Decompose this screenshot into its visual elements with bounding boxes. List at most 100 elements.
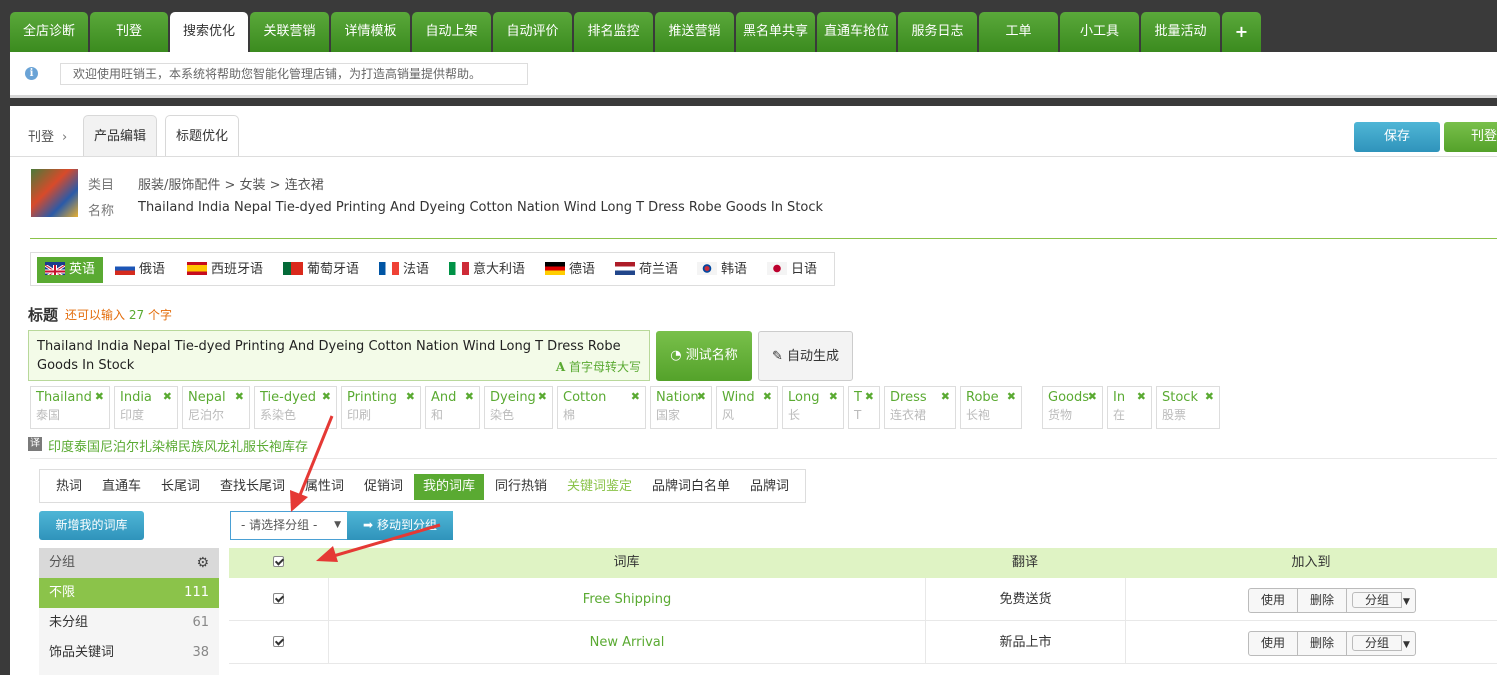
auto-generate-button[interactable]: ✎ 自动生成 <box>758 331 853 381</box>
group-dropdown-button[interactable]: 分组 ▼ <box>1346 588 1416 613</box>
kw-tab-attribute[interactable]: 属性词 <box>305 474 344 500</box>
lang-dutch[interactable]: 荷兰语 <box>611 257 678 283</box>
remove-word-icon[interactable]: ✖ <box>406 390 415 403</box>
delete-button[interactable]: 删除 <box>1297 631 1348 656</box>
word-chip[interactable]: Goods 货物 ✖ <box>1042 386 1103 429</box>
word-chip[interactable]: India 印度 ✖ <box>114 386 178 429</box>
nav-tab-ticket[interactable]: 工单 <box>979 12 1058 52</box>
remove-word-icon[interactable]: ✖ <box>465 390 474 403</box>
word-chip[interactable]: Thailand 泰国 ✖ <box>30 386 110 429</box>
gear-icon[interactable]: ⚙ <box>196 548 209 578</box>
test-name-button[interactable]: ◔ 测试名称 <box>656 331 752 381</box>
lang-french[interactable]: 法语 <box>375 257 429 283</box>
word-chip[interactable]: T T ✖ <box>848 386 880 429</box>
nav-tab-service-log[interactable]: 服务日志 <box>898 12 977 52</box>
remove-word-icon[interactable]: ✖ <box>95 390 104 403</box>
nav-tab-diagnosis[interactable]: 全店诊断 <box>10 12 88 52</box>
nav-tab-related-marketing[interactable]: 关联营销 <box>250 12 329 52</box>
remove-word-icon[interactable]: ✖ <box>631 390 640 403</box>
remove-word-icon[interactable]: ✖ <box>697 390 706 403</box>
lang-portuguese[interactable]: 葡萄牙语 <box>279 257 359 283</box>
lang-spanish[interactable]: 西班牙语 <box>183 257 263 283</box>
lang-german[interactable]: 德语 <box>541 257 595 283</box>
publish-button[interactable]: 刊登 <box>1444 122 1497 152</box>
group-item-jewelry[interactable]: 饰品关键词 38 <box>39 638 219 668</box>
kw-tab-brand[interactable]: 品牌词 <box>750 474 789 500</box>
kw-tab-brand-whitelist[interactable]: 品牌词白名单 <box>652 474 730 500</box>
group-item-all[interactable]: 不限 111 <box>39 578 219 608</box>
nav-tab-rank-monitor[interactable]: 排名监控 <box>574 12 653 52</box>
lang-italian[interactable]: 意大利语 <box>445 257 525 283</box>
lang-english[interactable]: 英语 <box>37 257 104 283</box>
kw-tab-my-library[interactable]: 我的词库 <box>414 474 485 500</box>
capitalize-button[interactable]: A 首字母转大写 <box>556 358 641 377</box>
select-all-checkbox[interactable] <box>273 556 284 567</box>
lang-japanese[interactable]: 日语 <box>763 257 817 283</box>
remove-word-icon[interactable]: ✖ <box>1205 390 1214 403</box>
word-chip[interactable]: Printing 印刷 ✖ <box>341 386 421 429</box>
tab-product-edit[interactable]: 产品编辑 <box>83 115 158 157</box>
use-button[interactable]: 使用 <box>1248 631 1299 656</box>
remove-word-icon[interactable]: ✖ <box>1007 390 1016 403</box>
row-checkbox[interactable] <box>273 593 284 604</box>
word-chip[interactable]: In 在 ✖ <box>1107 386 1152 429</box>
remove-word-icon[interactable]: ✖ <box>829 390 838 403</box>
word-chip[interactable]: Stock 股票 ✖ <box>1156 386 1220 429</box>
remove-word-icon[interactable]: ✖ <box>1088 390 1097 403</box>
tab-title-optimization[interactable]: 标题优化 <box>165 115 240 157</box>
word-chip[interactable]: Robe 长袍 ✖ <box>960 386 1022 429</box>
group-dropdown-button[interactable]: 分组 ▼ <box>1346 631 1416 656</box>
nav-tab-detail-template[interactable]: 详情模板 <box>331 12 410 52</box>
remove-word-icon[interactable]: ✖ <box>163 390 172 403</box>
word-chip[interactable]: Nepal 尼泊尔 ✖ <box>182 386 250 429</box>
kw-tab-hot[interactable]: 热词 <box>56 474 82 500</box>
top-nav: 全店诊断 刊登 搜索优化 关联营销 详情模板 自动上架 自动评价 排名监控 推送… <box>10 12 1261 52</box>
lang-korean[interactable]: 韩语 <box>693 257 747 283</box>
lang-russian[interactable]: 俄语 <box>111 257 165 283</box>
nav-tab-search-optimization[interactable]: 搜索优化 <box>170 12 248 52</box>
move-to-group-button[interactable]: ➡ 移动到分组 <box>347 511 453 540</box>
use-button[interactable]: 使用 <box>1248 588 1299 613</box>
word-chip-zh: 印度 <box>120 408 145 422</box>
nav-tab-publish[interactable]: 刊登 <box>90 12 168 52</box>
group-item-ungrouped[interactable]: 未分组 61 <box>39 608 219 638</box>
nav-tab-blacklist[interactable]: 黑名单共享 <box>736 12 815 52</box>
kw-tab-keyword-check[interactable]: 关键词鉴定 <box>567 474 632 500</box>
remove-word-icon[interactable]: ✖ <box>763 390 772 403</box>
nav-tab-tools[interactable]: 小工具 <box>1060 12 1139 52</box>
remove-word-icon[interactable]: ✖ <box>1137 390 1146 403</box>
word-chip[interactable]: Cotton 棉 ✖ <box>557 386 646 429</box>
kw-tab-peer-hot[interactable]: 同行热销 <box>495 474 547 500</box>
row-translation: 免费送货 <box>925 578 1125 620</box>
word-chip[interactable]: Dress 连衣裙 ✖ <box>884 386 956 429</box>
word-chip[interactable]: Long 长 ✖ <box>782 386 844 429</box>
remove-word-icon[interactable]: ✖ <box>538 390 547 403</box>
remove-word-icon[interactable]: ✖ <box>865 390 874 403</box>
word-chip[interactable]: Nation 国家 ✖ <box>650 386 712 429</box>
nav-tab-push-marketing[interactable]: 推送营销 <box>655 12 734 52</box>
kw-tab-promo[interactable]: 促销词 <box>364 474 403 500</box>
word-chip[interactable]: Dyeing 染色 ✖ <box>484 386 553 429</box>
nav-tab-auto-listing[interactable]: 自动上架 <box>412 12 491 52</box>
kw-tab-find-longtail[interactable]: 查找长尾词 <box>220 474 285 500</box>
nav-tab-ad-bidding[interactable]: 直通车抢位 <box>817 12 896 52</box>
nav-tab-add[interactable]: + <box>1222 12 1261 52</box>
remove-word-icon[interactable]: ✖ <box>322 390 331 403</box>
breadcrumb-root[interactable]: 刊登 <box>28 130 54 145</box>
word-chip[interactable]: Tie-dyed 系染色 ✖ <box>254 386 337 429</box>
nav-tab-auto-review[interactable]: 自动评价 <box>493 12 572 52</box>
remove-word-icon[interactable]: ✖ <box>235 390 244 403</box>
row-checkbox[interactable] <box>273 636 284 647</box>
group-dropdown-label: 分组 <box>1352 592 1403 608</box>
remove-word-icon[interactable]: ✖ <box>941 390 950 403</box>
title-textarea[interactable]: Thailand India Nepal Tie-dyed Printing A… <box>28 330 650 381</box>
word-chip[interactable]: Wind 风 ✖ <box>716 386 778 429</box>
save-button[interactable]: 保存 <box>1354 122 1440 152</box>
nav-tab-batch-activity[interactable]: 批量活动 <box>1141 12 1220 52</box>
kw-tab-ad[interactable]: 直通车 <box>102 474 141 500</box>
group-select[interactable]: - 请选择分组 - ▼ <box>230 511 348 540</box>
word-chip[interactable]: And 和 ✖ <box>425 386 480 429</box>
delete-button[interactable]: 删除 <box>1297 588 1348 613</box>
add-library-button[interactable]: 新增我的词库 <box>39 511 144 540</box>
kw-tab-longtail[interactable]: 长尾词 <box>161 474 200 500</box>
